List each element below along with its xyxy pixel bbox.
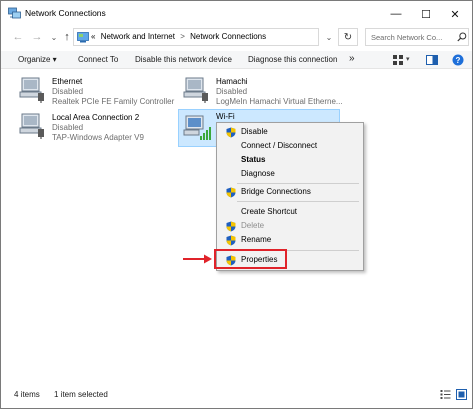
chevron-down-icon: ⌄ (50, 32, 58, 42)
menu-item-bridge-connections[interactable]: Bridge Connections (219, 185, 361, 199)
status-bar: 4 items 1 item selected (1, 381, 472, 408)
menu-item-diagnose[interactable]: Diagnose (219, 167, 361, 181)
view-options-dropdown[interactable]: ▾ (406, 55, 414, 67)
explorer-window: Network Connections — ☐ ✕ ← → ⌄ ↑ « Netw… (0, 0, 473, 409)
maximize-icon: ☐ (421, 8, 431, 21)
breadcrumb-network-connections[interactable]: Network Connections (190, 32, 266, 41)
breadcrumb-network-and-internet[interactable]: Network and Internet (101, 32, 175, 41)
diagnose-connection-button[interactable]: Diagnose this connection (248, 55, 337, 64)
up-button[interactable]: ↑ (61, 29, 73, 45)
menu-item-label: Delete (241, 221, 265, 230)
close-icon: ✕ (450, 8, 460, 21)
address-dropdown-button[interactable]: ⌄ (323, 29, 335, 45)
menu-item-label: Connect / Disconnect (241, 141, 318, 150)
back-button[interactable]: ← (11, 29, 25, 45)
connection-adapter: Realtek PCIe FE Family Controller (52, 97, 175, 106)
connection-item-ethernet[interactable]: Ethernet Disabled Realtek PCIe FE Family… (18, 75, 174, 109)
uac-shield-icon (226, 187, 236, 198)
menu-item-status[interactable]: Status (219, 153, 361, 167)
wifi-adapter-icon (183, 115, 211, 140)
menu-separator (237, 201, 359, 202)
connection-adapter: LogMeIn Hamachi Virtual Etherne... (216, 97, 343, 106)
menu-item-label: Bridge Connections (241, 187, 311, 196)
chevron-down-icon: ⌄ (325, 32, 333, 42)
connection-name: Wi-Fi (216, 112, 235, 121)
red-arrow-icon (183, 254, 212, 264)
change-view-icon[interactable] (392, 54, 404, 66)
breadcrumb-separator[interactable]: > (180, 32, 185, 41)
connections-list: Ethernet Disabled Realtek PCIe FE Family… (1, 69, 472, 380)
close-button[interactable]: ✕ (441, 1, 469, 27)
menu-item-delete: Delete (219, 219, 361, 233)
network-adapter-icon (19, 113, 44, 139)
network-adapter-icon (183, 77, 208, 103)
navigation-row: ← → ⌄ ↑ « Network and Internet > Network… (1, 27, 472, 47)
uac-shield-icon (226, 221, 236, 232)
organize-menu-button[interactable]: Organize ▾ (18, 55, 57, 64)
title-bar[interactable]: Network Connections — ☐ ✕ (1, 1, 472, 27)
connection-adapter: TAP-Windows Adapter V9 (52, 133, 144, 142)
connection-item-hamachi[interactable]: Hamachi Disabled LogMeIn Hamachi Virtual… (182, 75, 343, 109)
control-panel-icon (77, 32, 89, 43)
up-arrow-icon: ↑ (64, 31, 70, 43)
menu-item-label: Rename (241, 235, 272, 244)
uac-shield-icon (226, 235, 236, 246)
help-icon[interactable]: ? (452, 54, 464, 66)
forward-button[interactable]: → (30, 29, 44, 45)
command-bar: Organize ▾ Connect To Disable this netwo… (1, 51, 472, 69)
menu-item-label: Disable (241, 127, 268, 136)
network-adapter-icon (19, 77, 44, 103)
menu-separator (237, 183, 359, 184)
minimize-button[interactable]: — (382, 1, 410, 27)
connect-to-button[interactable]: Connect To (78, 55, 118, 64)
menu-item-label: Status (241, 155, 266, 164)
breadcrumb: « Network and Internet > Network Connect… (91, 32, 266, 41)
properties-highlight-box (214, 249, 287, 269)
menu-item-create-shortcut[interactable]: Create Shortcut (219, 205, 361, 219)
connection-status: Disabled (52, 87, 84, 96)
search-icon (457, 32, 467, 42)
preview-pane-icon[interactable] (426, 54, 438, 66)
menu-item-rename[interactable]: Rename (219, 233, 361, 247)
recent-locations-button[interactable]: ⌄ (49, 29, 59, 45)
menu-item-connect-disconnect[interactable]: Connect / Disconnect (219, 139, 361, 153)
uac-shield-icon (226, 127, 236, 138)
refresh-button[interactable]: ↻ (338, 28, 358, 46)
more-commands-button[interactable]: » (349, 53, 355, 64)
minimize-icon: — (390, 8, 402, 20)
selection-count: 1 item selected (54, 390, 108, 399)
refresh-icon: ↻ (343, 31, 353, 43)
connection-status: Disabled (52, 123, 84, 132)
menu-item-label: Diagnose (241, 169, 275, 178)
search-input[interactable]: Search Network Co... (365, 28, 469, 46)
item-count: 4 items (14, 390, 40, 399)
connection-name: Ethernet (52, 77, 83, 86)
svg-text:?: ? (456, 56, 461, 65)
connection-name: Local Area Connection 2 (52, 113, 140, 122)
address-bar[interactable]: « Network and Internet > Network Connect… (73, 28, 319, 46)
large-icons-view-icon[interactable] (456, 389, 467, 400)
connection-name: Hamachi (216, 77, 248, 86)
back-arrow-icon: ← (12, 31, 24, 43)
connection-status: Disabled (216, 87, 248, 96)
maximize-button[interactable]: ☐ (412, 1, 440, 27)
network-connections-app-icon (8, 7, 21, 19)
details-view-icon[interactable] (440, 389, 451, 400)
breadcrumb-overflow[interactable]: « (91, 32, 95, 41)
disable-device-button[interactable]: Disable this network device (135, 55, 232, 64)
menu-item-disable[interactable]: Disable (219, 125, 361, 139)
window-title: Network Connections (25, 8, 106, 18)
search-placeholder: Search Network Co... (371, 33, 443, 42)
forward-arrow-icon: → (31, 31, 43, 43)
menu-item-label: Create Shortcut (241, 207, 298, 216)
connection-item-local-area-connection-2[interactable]: Local Area Connection 2 Disabled TAP-Win… (18, 111, 168, 145)
